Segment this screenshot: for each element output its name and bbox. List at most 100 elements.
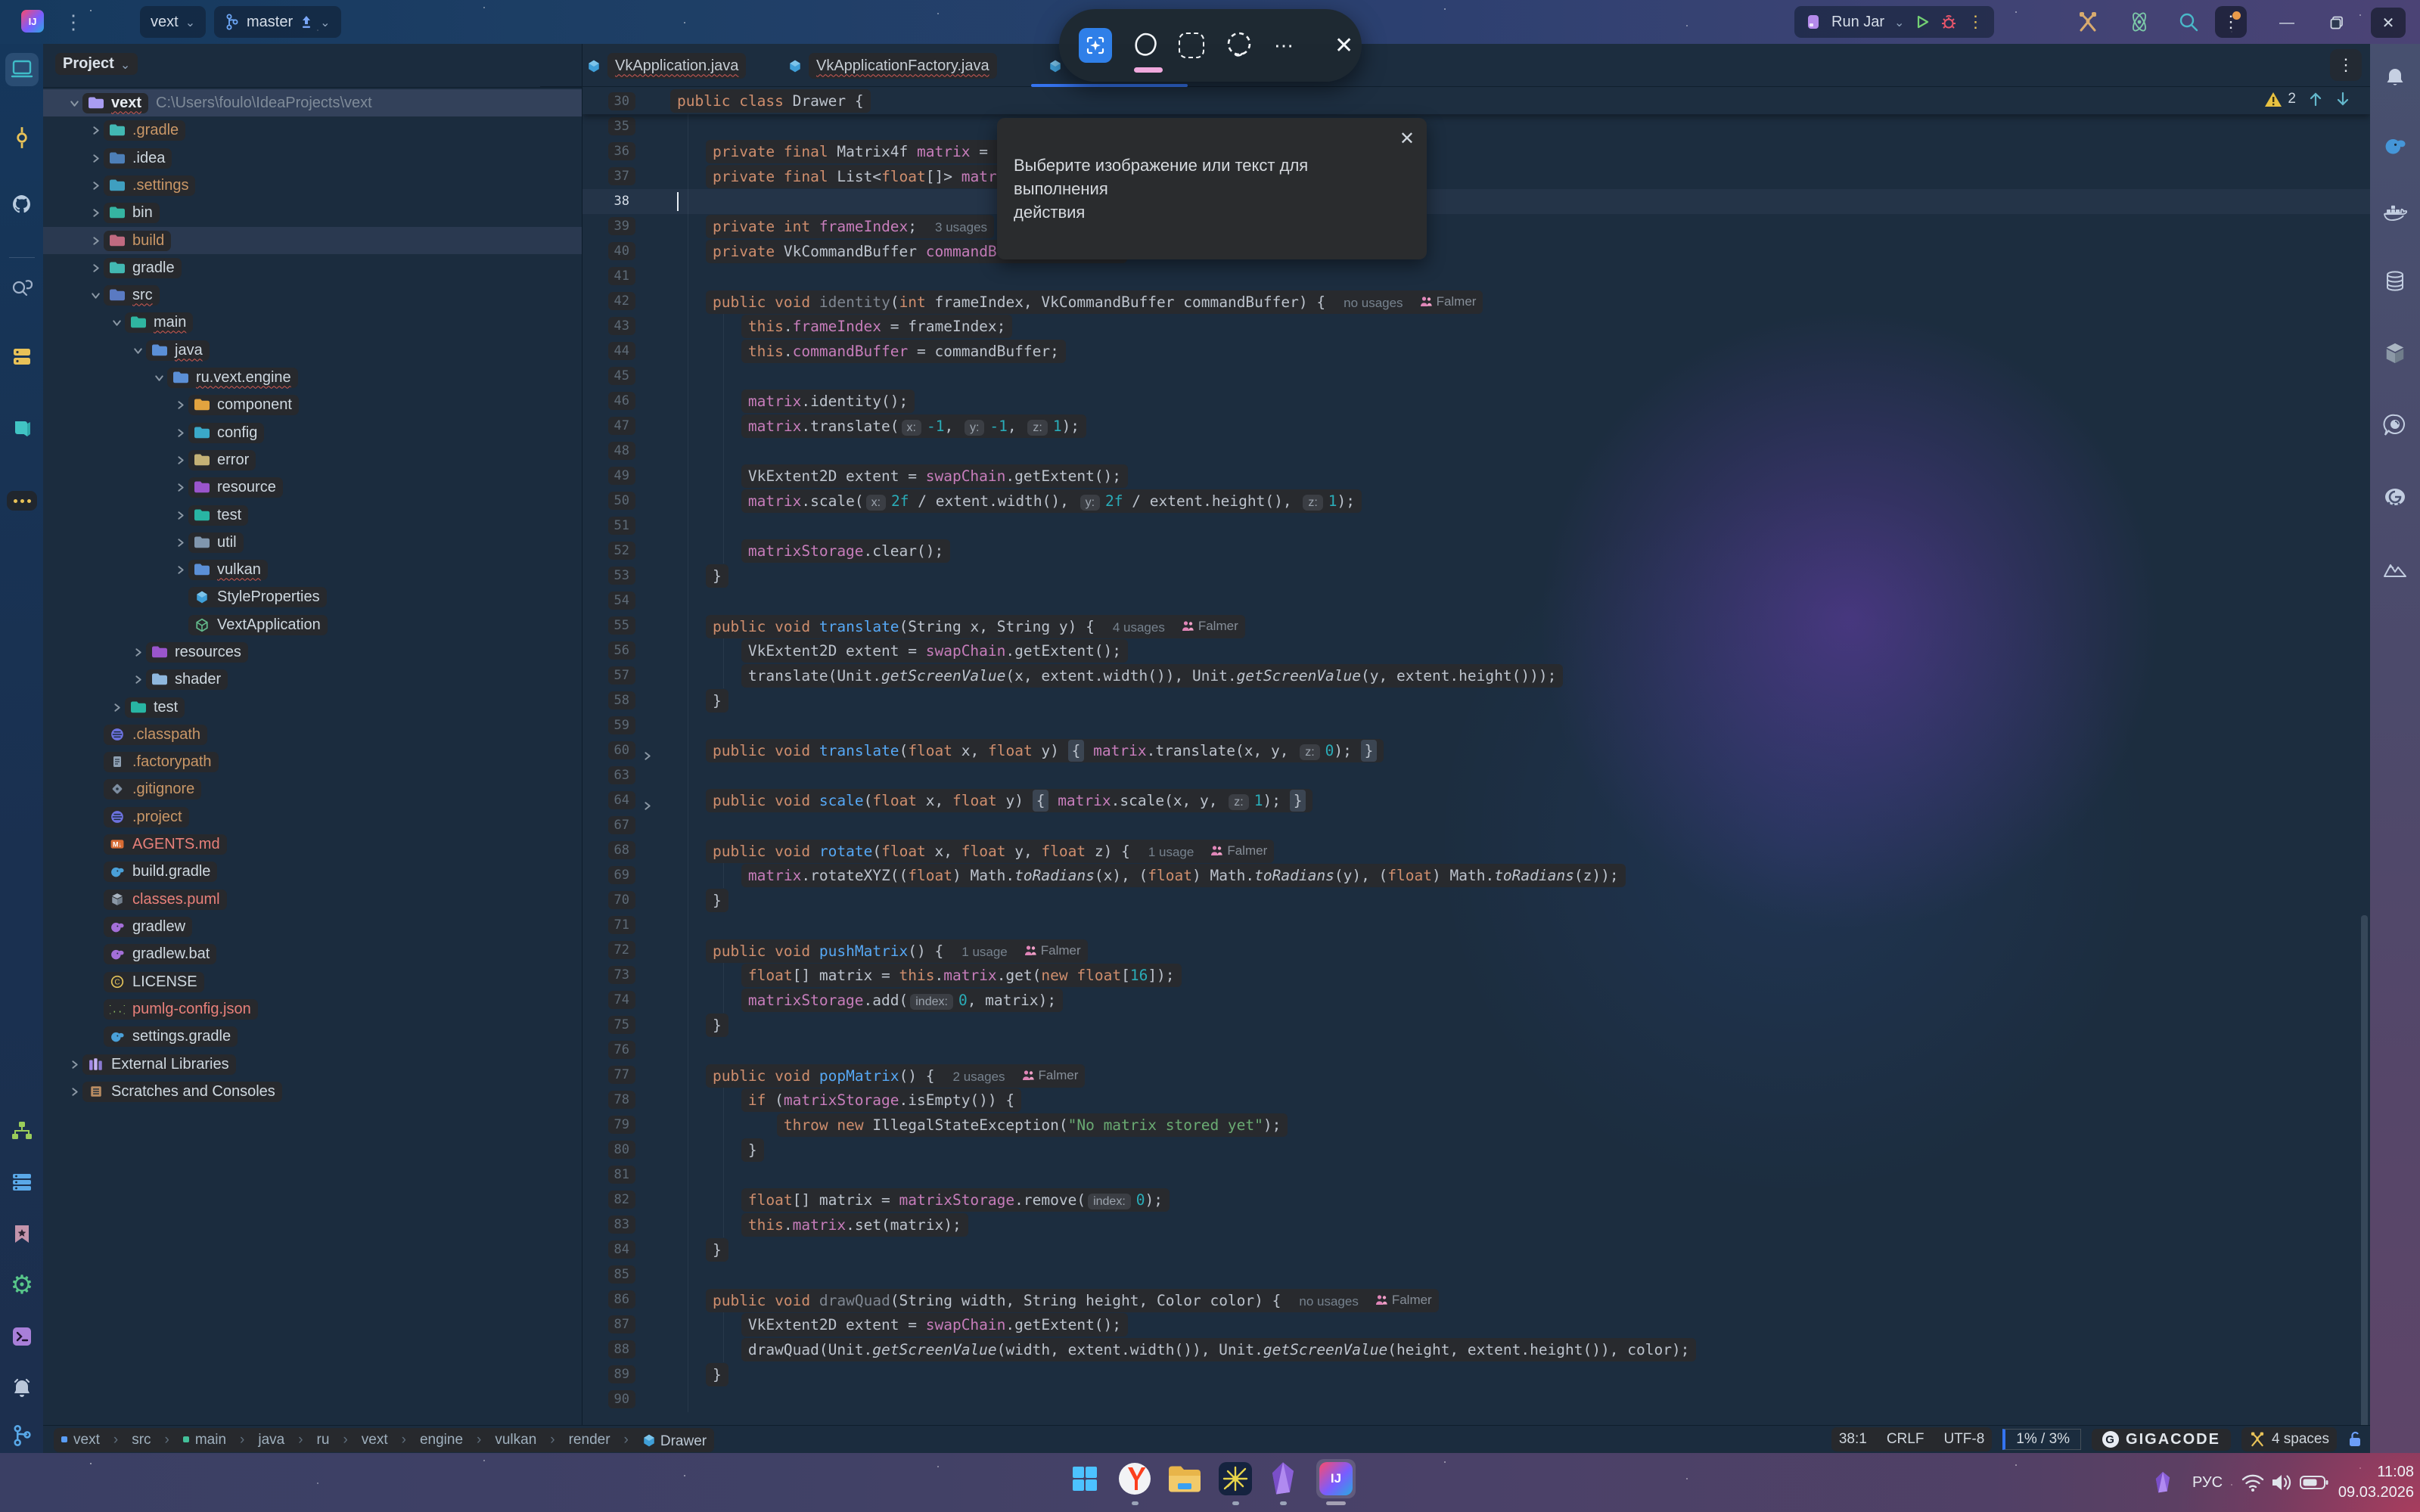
circle-select-icon[interactable] [1224,23,1254,68]
code-line-38[interactable]: 38 [582,189,2370,214]
code-line-44[interactable]: 44 this.commandBuffer = commandBuffer; [582,339,2370,364]
code-line-68[interactable]: 68 public void rotate(float x, float y, … [582,838,2370,863]
tree-item-.gradle[interactable]: .gradle [43,116,582,144]
chevron-expanded-icon[interactable] [108,317,125,328]
ai-select-icon[interactable] [1079,23,1112,68]
bookmarks-icon[interactable] [5,1217,39,1250]
tree-item-AGENTS.md[interactable]: M↓AGENTS.md [43,831,582,858]
chevron-collapsed-icon[interactable] [172,482,188,493]
git-branch-icon[interactable] [5,1419,39,1452]
breadcrumb-vext[interactable]: vext [362,1432,388,1448]
tree-item-build.gradle[interactable]: build.gradle [43,858,582,885]
chevron-expanded-icon[interactable] [129,345,146,356]
tree-item-util[interactable]: util [43,529,582,556]
indent-widget[interactable]: 4 spaces [2241,1427,2337,1451]
code-line-36[interactable]: 36 private final Matrix4f matrix = [582,139,2370,164]
code-line-79[interactable]: 79 throw new IllegalStateException("No m… [582,1113,2370,1138]
folded-brace[interactable]: { [1068,740,1085,762]
code-line-54[interactable]: 54 [582,588,2370,613]
tree-item-.project[interactable]: .project [43,803,582,831]
profiler-icon[interactable] [2127,6,2151,38]
code-author-hint[interactable]: Falmer [1022,1063,1079,1088]
code-line-77[interactable]: 77 public void popMatrix() {2 usagesFalm… [582,1063,2370,1088]
code-line-47[interactable]: 47 matrix.translate(x:-1, y:-1, z:1); [582,414,2370,439]
code-line-58[interactable]: 58 } [582,688,2370,713]
tree-item-config[interactable]: config [43,419,582,446]
breadcrumb-engine[interactable]: engine [420,1432,463,1448]
chevron-collapsed-icon[interactable] [172,427,188,439]
code-line-80[interactable]: 80 } [582,1138,2370,1163]
documentation-icon[interactable] [5,412,39,446]
tree-item-resource[interactable]: resource [43,473,582,501]
intellij-logo-icon[interactable]: IJ [21,10,44,33]
gigacode-widget[interactable]: G GIGACODE [2092,1429,2231,1451]
tree-item-LICENSE[interactable]: CLICENSE [43,968,582,995]
tree-item-test[interactable]: test [43,694,582,721]
tooltip-close-icon[interactable]: ✕ [1399,127,1415,151]
code-line-43[interactable]: 43 this.frameIndex = frameIndex; [582,314,2370,339]
tree-item-.settings[interactable]: .settings [43,172,582,199]
code-line-84[interactable]: 84 } [582,1237,2370,1262]
tree-item-gradlew[interactable]: gradlew [43,913,582,940]
folded-brace[interactable]: { [1033,790,1049,812]
encoding[interactable]: UTF-8 [1943,1431,1984,1448]
code-line-64[interactable]: 64 public void scale(float x, float y) {… [582,788,2370,813]
tools-icon[interactable] [2077,6,2099,38]
code-line-73[interactable]: 73 float[] matrix = this.matrix.get(new … [582,963,2370,988]
search-icon[interactable] [2177,6,2200,38]
code-author-hint[interactable]: Falmer [1420,289,1477,314]
code-line-39[interactable]: 39 private int frameIndex;3 usages [582,214,2370,239]
code-line-75[interactable]: 75 } [582,1013,2370,1038]
code-line-85[interactable]: 85 [582,1262,2370,1287]
code-line-83[interactable]: 83 this.matrix.set(matrix); [582,1212,2370,1237]
usages-hint[interactable]: 1 usage [1148,845,1194,859]
tree-item-build[interactable]: build [43,227,582,254]
tree-item-resources[interactable]: resources [43,638,582,666]
code-line-71[interactable]: 71 [582,913,2370,938]
chevron-collapsed-icon[interactable] [172,537,188,548]
code-line-90[interactable]: 90 [582,1387,2370,1412]
chevron-collapsed-icon[interactable] [108,702,125,713]
usages-hint[interactable]: 1 usage [961,945,1008,959]
code-line-40[interactable]: 40 private VkCommandBuffer commandBuffer… [582,239,2370,264]
code-line-50[interactable]: 50 matrix.scale(x:2f / extent.width(), y… [582,489,2370,514]
debug-icon[interactable] [1940,14,1957,30]
services-icon[interactable] [5,1166,39,1199]
tree-item-.idea[interactable]: .idea [43,144,582,172]
chevron-collapsed-icon[interactable] [129,674,146,685]
tree-item-shader[interactable]: shader [43,666,582,693]
chevron-collapsed-icon[interactable] [172,564,188,576]
code-line-70[interactable]: 70 } [582,888,2370,913]
breadcrumb-ru[interactable]: ru [317,1432,330,1448]
chevron-down-icon[interactable]: ⌄ [1894,15,1904,30]
chevron-expanded-icon[interactable] [87,290,104,301]
tray-wifi-icon[interactable] [2241,1453,2265,1512]
code-editor[interactable]: 3536 private final Matrix4f matrix = 37 … [582,87,2370,1425]
tray-language-icon[interactable]: РУС [2192,1453,2223,1512]
run-icon[interactable] [1914,14,1931,30]
tree-item-vulkan[interactable]: vulkan [43,556,582,583]
code-line-82[interactable]: 82 float[] matrix = matrixStorage.remove… [582,1188,2370,1212]
rect-select-icon[interactable] [1179,23,1204,68]
code-line-41[interactable]: 41 [582,264,2370,289]
memory-indicator[interactable]: 1% / 3% [2002,1429,2081,1450]
breadcrumb-src[interactable]: src [132,1432,151,1448]
tree-item-gradle[interactable]: gradle [43,254,582,281]
chevron-collapsed-icon[interactable] [87,125,104,136]
database-icon[interactable] [2378,265,2412,298]
code-author-hint[interactable]: Falmer [1375,1287,1432,1312]
project-panel-header[interactable]: Project ⌄ [55,53,138,75]
project-widget[interactable]: vext ⌄ [140,6,206,38]
tree-item-ru.vext.engine[interactable]: ru.vext.engine [43,364,582,391]
tree-item-classes.puml[interactable]: classes.puml [43,886,582,913]
more-tools-icon[interactable]: ⋯ [1274,23,1295,68]
code-line-46[interactable]: 46 matrix.identity(); [582,389,2370,414]
chevron-expanded-icon[interactable] [66,98,82,109]
chevron-collapsed-icon[interactable] [66,1086,82,1098]
chevron-collapsed-icon[interactable] [87,153,104,164]
code-line-45[interactable]: 45 [582,364,2370,389]
tab-VkApplicationFactory.java[interactable]: VkApplicationFactory.java [788,50,997,82]
gigacode-logo-icon[interactable] [2378,480,2412,514]
lasso-select-icon[interactable] [1132,23,1159,68]
tree-item-src[interactable]: src [43,281,582,309]
